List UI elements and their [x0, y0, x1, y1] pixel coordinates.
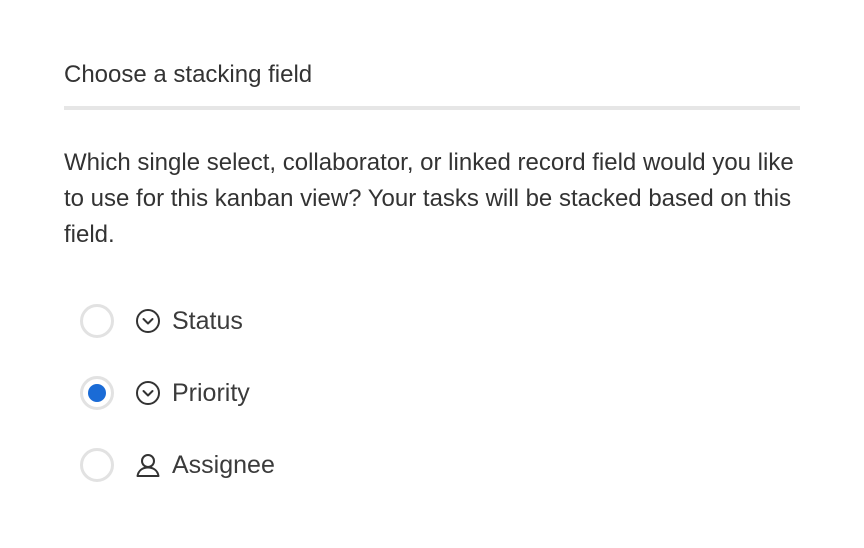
single-select-icon: [134, 379, 162, 407]
user-icon: [134, 451, 162, 479]
dialog-description: Which single select, collaborator, or li…: [64, 149, 794, 248]
field-option-assignee[interactable]: Assignee: [80, 441, 680, 489]
assignee-radio[interactable]: [80, 448, 114, 482]
dialog-title: Choose a stacking field: [64, 61, 313, 88]
status-radio[interactable]: [80, 304, 114, 338]
priority-radio[interactable]: [80, 376, 114, 410]
field-option-status[interactable]: Status: [80, 297, 680, 345]
title-divider: [64, 106, 800, 110]
field-option-priority[interactable]: Priority: [80, 369, 680, 417]
field-options-list: Status Priority Assignee: [80, 297, 680, 513]
priority-label: Priority: [172, 379, 250, 407]
assignee-label: Assignee: [172, 451, 275, 479]
status-label: Status: [172, 307, 243, 335]
single-select-icon: [134, 307, 162, 335]
